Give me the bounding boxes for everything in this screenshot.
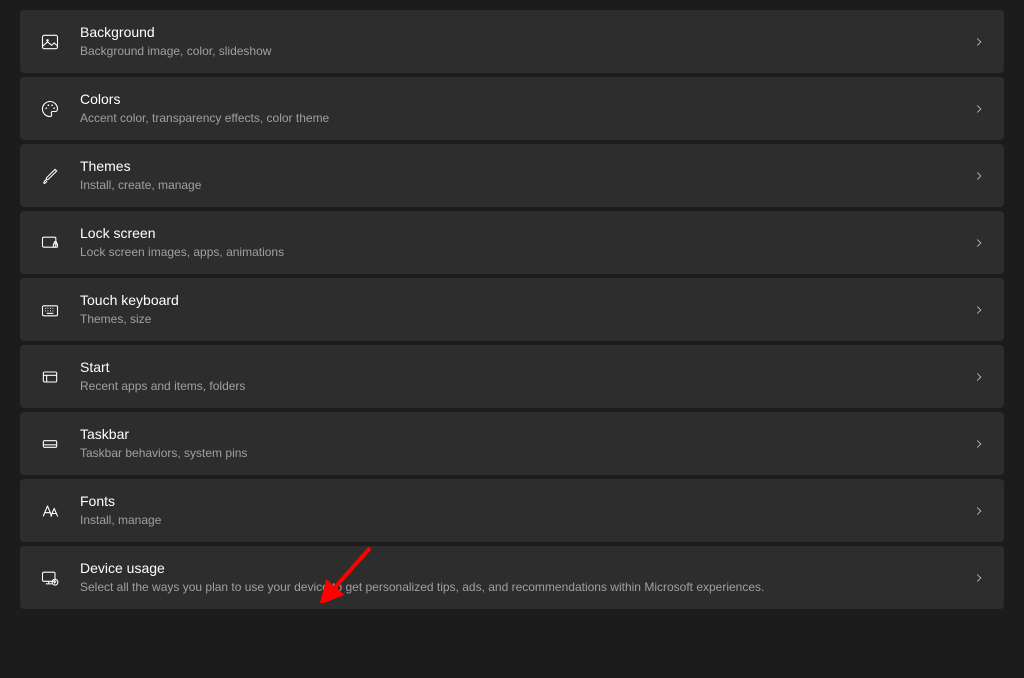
keyboard-icon <box>38 298 62 322</box>
settings-item-lock-screen[interactable]: Lock screen Lock screen images, apps, an… <box>20 211 1004 274</box>
text-container: Touch keyboard Themes, size <box>80 291 972 327</box>
settings-item-themes[interactable]: Themes Install, create, manage <box>20 144 1004 207</box>
item-title: Background <box>80 23 972 43</box>
text-container: Device usage Select all the ways you pla… <box>80 559 972 595</box>
text-container: Lock screen Lock screen images, apps, an… <box>80 224 972 260</box>
chevron-right-icon <box>972 35 986 49</box>
brush-icon <box>38 164 62 188</box>
text-container: Taskbar Taskbar behaviors, system pins <box>80 425 972 461</box>
taskbar-icon <box>38 432 62 456</box>
image-icon <box>38 30 62 54</box>
item-title: Themes <box>80 157 972 177</box>
item-subtitle: Recent apps and items, folders <box>80 378 972 395</box>
lock-screen-icon <box>38 231 62 255</box>
text-container: Themes Install, create, manage <box>80 157 972 193</box>
settings-item-colors[interactable]: Colors Accent color, transparency effect… <box>20 77 1004 140</box>
item-subtitle: Taskbar behaviors, system pins <box>80 445 972 462</box>
chevron-right-icon <box>972 571 986 585</box>
item-subtitle: Install, create, manage <box>80 177 972 194</box>
text-container: Start Recent apps and items, folders <box>80 358 972 394</box>
item-title: Lock screen <box>80 224 972 244</box>
item-title: Fonts <box>80 492 972 512</box>
chevron-right-icon <box>972 169 986 183</box>
item-subtitle: Lock screen images, apps, animations <box>80 244 972 261</box>
item-title: Touch keyboard <box>80 291 972 311</box>
settings-item-touch-keyboard[interactable]: Touch keyboard Themes, size <box>20 278 1004 341</box>
chevron-right-icon <box>972 370 986 384</box>
settings-item-taskbar[interactable]: Taskbar Taskbar behaviors, system pins <box>20 412 1004 475</box>
start-icon <box>38 365 62 389</box>
item-subtitle: Themes, size <box>80 311 972 328</box>
item-title: Taskbar <box>80 425 972 445</box>
item-subtitle: Install, manage <box>80 512 972 529</box>
chevron-right-icon <box>972 236 986 250</box>
chevron-right-icon <box>972 303 986 317</box>
item-subtitle: Background image, color, slideshow <box>80 43 972 60</box>
palette-icon <box>38 97 62 121</box>
settings-item-background[interactable]: Background Background image, color, slid… <box>20 10 1004 73</box>
chevron-right-icon <box>972 102 986 116</box>
item-title: Start <box>80 358 972 378</box>
text-container: Colors Accent color, transparency effect… <box>80 90 972 126</box>
item-title: Colors <box>80 90 972 110</box>
text-container: Background Background image, color, slid… <box>80 23 972 59</box>
fonts-icon <box>38 499 62 523</box>
settings-item-device-usage[interactable]: Device usage Select all the ways you pla… <box>20 546 1004 609</box>
text-container: Fonts Install, manage <box>80 492 972 528</box>
settings-item-fonts[interactable]: Fonts Install, manage <box>20 479 1004 542</box>
chevron-right-icon <box>972 504 986 518</box>
item-title: Device usage <box>80 559 972 579</box>
item-subtitle: Accent color, transparency effects, colo… <box>80 110 972 127</box>
device-usage-icon <box>38 566 62 590</box>
chevron-right-icon <box>972 437 986 451</box>
settings-item-start[interactable]: Start Recent apps and items, folders <box>20 345 1004 408</box>
item-subtitle: Select all the ways you plan to use your… <box>80 579 972 596</box>
